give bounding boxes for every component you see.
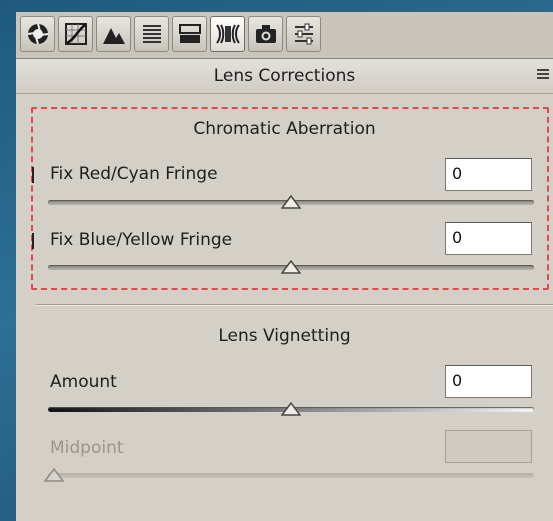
detail-tab[interactable] (96, 16, 131, 52)
hsl-lines-icon (142, 25, 161, 43)
lens-corrections-panel: Lens Corrections Chromatic Aberration Fi… (16, 59, 553, 521)
midpoint-slider-track (48, 473, 534, 478)
split-toning-icon (178, 24, 201, 43)
red-cyan-slider-thumb[interactable] (281, 195, 301, 209)
panel-header: Lens Corrections (16, 59, 553, 94)
lens-vignetting-title: Lens Vignetting (218, 326, 351, 346)
detail-mountains-icon (102, 28, 125, 44)
blue-yellow-field[interactable]: 0 (445, 222, 532, 255)
section-divider (36, 304, 553, 306)
lens-icon (215, 24, 240, 44)
camera-calibration-tab[interactable] (248, 16, 283, 52)
lens-corrections-tab[interactable] (210, 16, 245, 52)
red-cyan-field[interactable]: 0 (445, 158, 532, 191)
midpoint-label: Midpoint (50, 438, 124, 458)
panel-title: Lens Corrections (213, 66, 356, 86)
split-toning-tab[interactable] (172, 16, 207, 52)
camera-icon (255, 25, 276, 43)
amount-label: Amount (50, 372, 117, 392)
panel-tab-bar (16, 12, 553, 59)
midpoint-slider-thumb (44, 468, 64, 482)
tone-curve-icon (64, 23, 87, 45)
text-cursor-2 (32, 233, 34, 249)
tone-curve-tab[interactable] (58, 16, 93, 52)
chromatic-aberration-title: Chromatic Aberration (193, 119, 376, 139)
hsl-tab[interactable] (134, 16, 169, 52)
aperture-icon (27, 23, 48, 45)
blue-yellow-slider-thumb[interactable] (281, 260, 301, 274)
blue-yellow-label: Fix Blue/Yellow Fringe (50, 230, 233, 250)
amount-field[interactable]: 0 (445, 365, 532, 398)
sliders-icon (294, 23, 313, 45)
basic-tab[interactable] (20, 16, 55, 52)
red-cyan-label: Fix Red/Cyan Fringe (50, 164, 218, 184)
presets-tab[interactable] (286, 16, 321, 52)
midpoint-field (445, 430, 532, 463)
text-cursor (32, 167, 34, 183)
amount-slider-thumb[interactable] (281, 402, 301, 416)
panel-menu-icon[interactable] (537, 68, 549, 82)
